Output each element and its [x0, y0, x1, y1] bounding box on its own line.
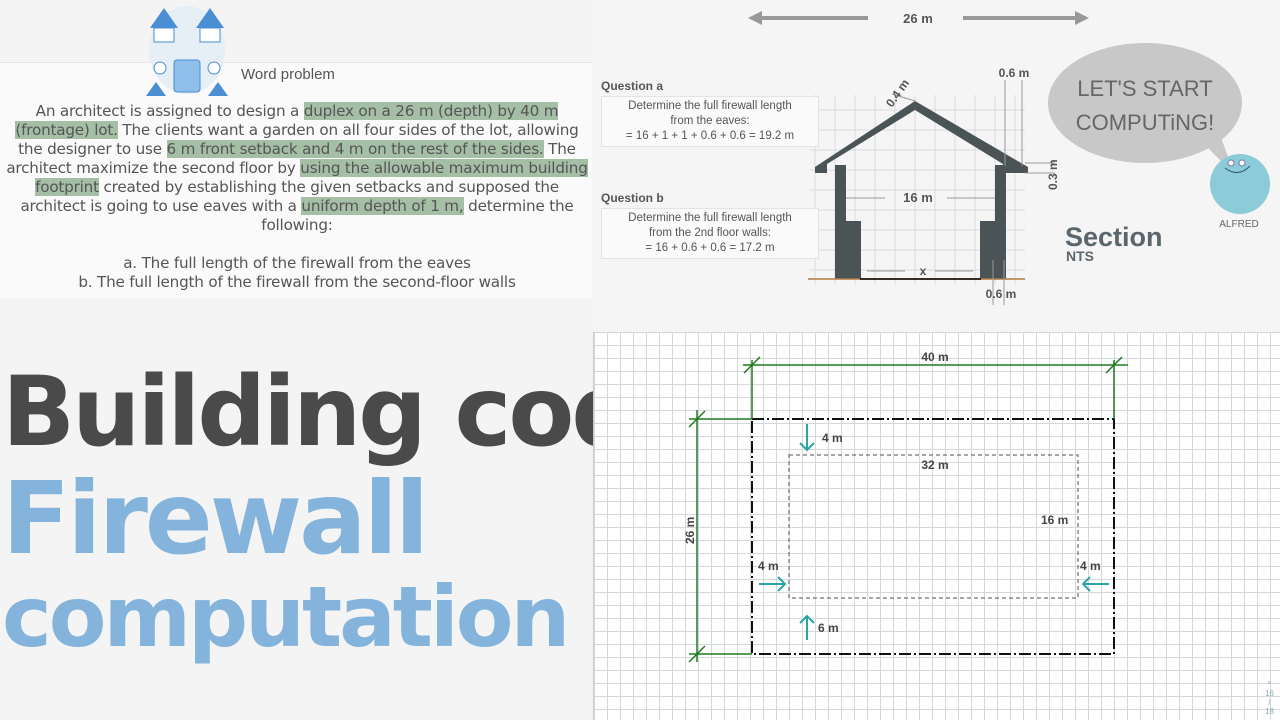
question-a: Question a Determine the full firewall l… — [601, 79, 819, 147]
setback-left-label: 4 m — [758, 559, 779, 573]
headline-line-3: computation — [2, 568, 570, 666]
question-b-box: Determine the full firewall length from … — [601, 208, 819, 259]
formula: = 16 + 0.6 + 0.6 = 17.2 m — [645, 242, 775, 254]
section-subtitle: NTS — [1066, 248, 1094, 264]
plan-depth-label: 26 m — [683, 517, 697, 544]
highlight: uniform depth of 1 m, — [301, 197, 464, 215]
text: Determine the full firewall length — [628, 100, 792, 112]
house-calculator-icon — [146, 6, 228, 96]
bubble-line-1: LET'S START — [1077, 76, 1212, 101]
formula: = 16 + 1 + 1 + 0.6 + 0.6 = 19.2 m — [625, 130, 795, 142]
dim-06-bottom: 0.6 m — [986, 287, 1017, 301]
headline-line-2: Firewall — [2, 460, 429, 577]
text: Determine the full firewall length — [628, 212, 792, 224]
question-a-box: Determine the full firewall length from … — [601, 96, 819, 147]
question-a-label: Question a — [601, 79, 664, 93]
dim-x: x — [920, 264, 927, 278]
page-total: 18 — [1265, 707, 1274, 716]
footprint-boundary — [788, 454, 1079, 599]
page-indicator[interactable]: ^ 16 / 18 — [1265, 680, 1274, 716]
page-sep: / — [1268, 698, 1271, 707]
plan-width-label: 40 m — [921, 350, 948, 364]
word-problem-title: Word problem — [241, 66, 335, 83]
bubble-line-2: COMPUTiNG! — [1076, 110, 1215, 135]
footprint-depth-label: 16 m — [1041, 513, 1068, 527]
text: from the eaves: — [670, 115, 750, 127]
footprint-width-label: 32 m — [921, 458, 948, 472]
highlight: 6 m front setback and 4 m on the rest of… — [166, 140, 544, 158]
mascot-name: ALFRED — [1219, 219, 1258, 230]
text: An architect is assigned to design a — [35, 102, 304, 120]
chevron-up-icon[interactable]: ^ — [1265, 680, 1274, 689]
question-b: Question b Determine the full firewall l… — [601, 191, 819, 259]
word-problem-text: An architect is assigned to design a dup… — [6, 102, 588, 292]
depth-label: 26 m — [903, 11, 933, 26]
dim-06-top: 0.6 m — [999, 66, 1030, 80]
site-plan: 40 m 26 m 4 m 32 m 16 m 4 m 4 m 6 m — [683, 350, 1128, 663]
setback-front-label: 6 m — [818, 621, 839, 635]
setback-arrows — [759, 424, 1109, 640]
dim-16m: 16 m — [903, 190, 933, 205]
question-a-text: a. The full length of the firewall from … — [123, 254, 471, 272]
page-current: 16 — [1265, 689, 1274, 698]
setback-right-label: 4 m — [1080, 559, 1101, 573]
section-diagram: 26 m 16 m x 0.6 m 0.6 m 0.3 m 0.4 m Sect… — [595, 0, 1280, 330]
question-b-label: Question b — [601, 191, 664, 205]
question-b-text: b. The full length of the firewall from … — [78, 273, 516, 291]
setback-top-label: 4 m — [822, 431, 843, 445]
dim-03: 0.3 m — [1046, 159, 1060, 190]
text: from the 2nd floor walls: — [648, 227, 772, 239]
